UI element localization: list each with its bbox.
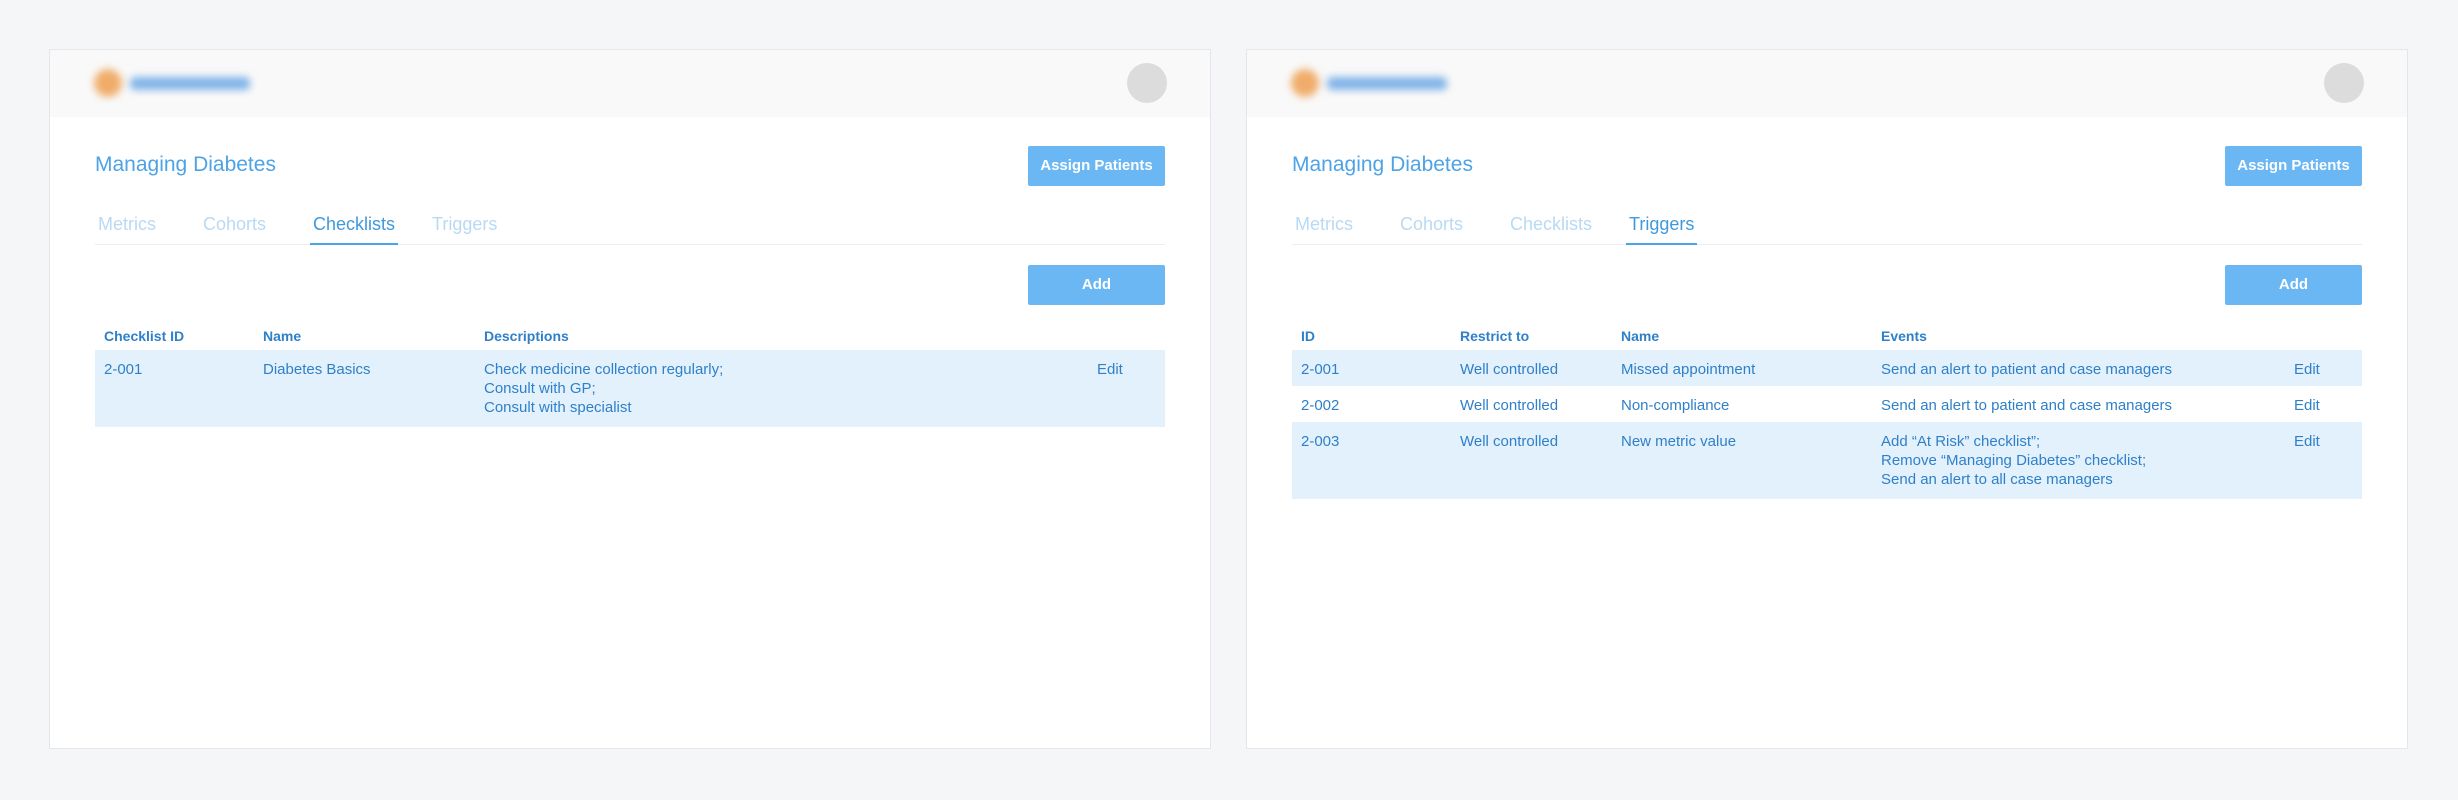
description-line: Consult with specialist xyxy=(484,399,632,416)
user-avatar-icon[interactable] xyxy=(1127,63,1167,103)
tab-bar: Metrics Cohorts Checklists Triggers xyxy=(95,205,1165,245)
cell-name: Missed appointment xyxy=(1621,361,1756,378)
table-row[interactable]: 2-001 Diabetes Basics Check medicine col… xyxy=(95,350,1165,427)
description-line: Consult with GP; xyxy=(484,380,596,397)
tab-checklists[interactable]: Checklists xyxy=(310,205,399,245)
cell-id: 2-001 xyxy=(1301,361,1340,378)
tab-metrics[interactable]: Metrics xyxy=(1292,205,1356,243)
logo-wordmark xyxy=(130,77,250,90)
user-avatar-icon[interactable] xyxy=(2324,63,2364,103)
brand-logo-icon[interactable] xyxy=(94,68,264,98)
event-line: Send an alert to all case managers xyxy=(1881,471,2113,488)
checklists-table: Checklist ID Name Descriptions 2-001 Dia… xyxy=(95,322,1165,427)
add-checklist-button[interactable]: Add xyxy=(1028,265,1165,305)
edit-link[interactable]: Edit xyxy=(2294,432,2320,451)
cell-name: New metric value xyxy=(1621,433,1737,450)
assign-patients-button[interactable]: Assign Patients xyxy=(1028,146,1165,186)
logo-mark xyxy=(94,69,122,97)
tab-checklists[interactable]: Checklists xyxy=(1507,205,1595,243)
cell-id: 2-003 xyxy=(1301,433,1340,450)
description-line: Check medicine collection regularly; xyxy=(484,361,724,378)
table-row[interactable]: 2-001 Well controlled Missed appointment… xyxy=(1292,350,2362,386)
table-row[interactable]: 2-002 Well controlled Non-compliance Sen… xyxy=(1292,386,2362,422)
page-title: Managing Diabetes xyxy=(95,153,276,176)
tab-triggers[interactable]: Triggers xyxy=(1626,205,1698,245)
event-line: Remove “Managing Diabetes” checklist; xyxy=(1881,452,2147,469)
column-header-events: Events xyxy=(1881,328,1927,344)
cell-events: Add “At Risk” checklist”; Remove “Managi… xyxy=(1881,432,2146,489)
event-line: Add “At Risk” checklist”; xyxy=(1881,433,2041,450)
cell-descriptions: Check medicine collection regularly; Con… xyxy=(484,360,723,417)
cell-events: Send an alert to patient and case manage… xyxy=(1881,360,2172,379)
column-header-name: Name xyxy=(1621,328,1660,344)
triggers-window: Managing Diabetes Assign Patients Metric… xyxy=(1246,49,2408,749)
column-header-id: ID xyxy=(1301,328,1315,344)
cell-name: Non-compliance xyxy=(1621,397,1730,414)
event-line: Send an alert to patient and case manage… xyxy=(1881,361,2173,378)
table-header: Checklist ID Name Descriptions xyxy=(95,322,1165,350)
edit-link[interactable]: Edit xyxy=(1097,360,1123,379)
column-header-name: Name xyxy=(263,328,302,344)
cell-checklist-id: 2-001 xyxy=(104,361,143,378)
logo-wordmark xyxy=(1327,77,1447,90)
table-header: ID Restrict to Name Events xyxy=(1292,322,2362,350)
cell-name: Diabetes Basics xyxy=(263,361,371,378)
logo-mark xyxy=(1291,69,1319,97)
column-header-descriptions: Descriptions xyxy=(484,328,569,344)
cell-id: 2-002 xyxy=(1301,397,1340,414)
page-title: Managing Diabetes xyxy=(1292,153,1473,176)
cell-restrict-to: Well controlled xyxy=(1460,433,1559,450)
top-bar xyxy=(50,50,1210,117)
cell-events: Send an alert to patient and case manage… xyxy=(1881,396,2172,415)
tab-metrics[interactable]: Metrics xyxy=(95,205,159,243)
edit-link[interactable]: Edit xyxy=(2294,396,2320,415)
cell-restrict-to: Well controlled xyxy=(1460,397,1559,414)
triggers-table: ID Restrict to Name Events 2-001 Well co… xyxy=(1292,322,2362,499)
top-bar xyxy=(1247,50,2407,117)
checklists-window: Managing Diabetes Assign Patients Metric… xyxy=(49,49,1211,749)
tab-cohorts[interactable]: Cohorts xyxy=(200,205,269,243)
table-row[interactable]: 2-003 Well controlled New metric value A… xyxy=(1292,422,2362,499)
cell-restrict-to: Well controlled xyxy=(1460,361,1559,378)
brand-logo-icon[interactable] xyxy=(1291,68,1461,98)
edit-link[interactable]: Edit xyxy=(2294,360,2320,379)
tab-bar: Metrics Cohorts Checklists Triggers xyxy=(1292,205,2362,245)
column-header-restrict-to: Restrict to xyxy=(1460,328,1530,344)
add-trigger-button[interactable]: Add xyxy=(2225,265,2362,305)
tab-triggers[interactable]: Triggers xyxy=(429,205,500,243)
assign-patients-button[interactable]: Assign Patients xyxy=(2225,146,2362,186)
event-line: Send an alert to patient and case manage… xyxy=(1881,397,2173,414)
tab-cohorts[interactable]: Cohorts xyxy=(1397,205,1466,243)
column-header-checklist-id: Checklist ID xyxy=(104,328,185,344)
